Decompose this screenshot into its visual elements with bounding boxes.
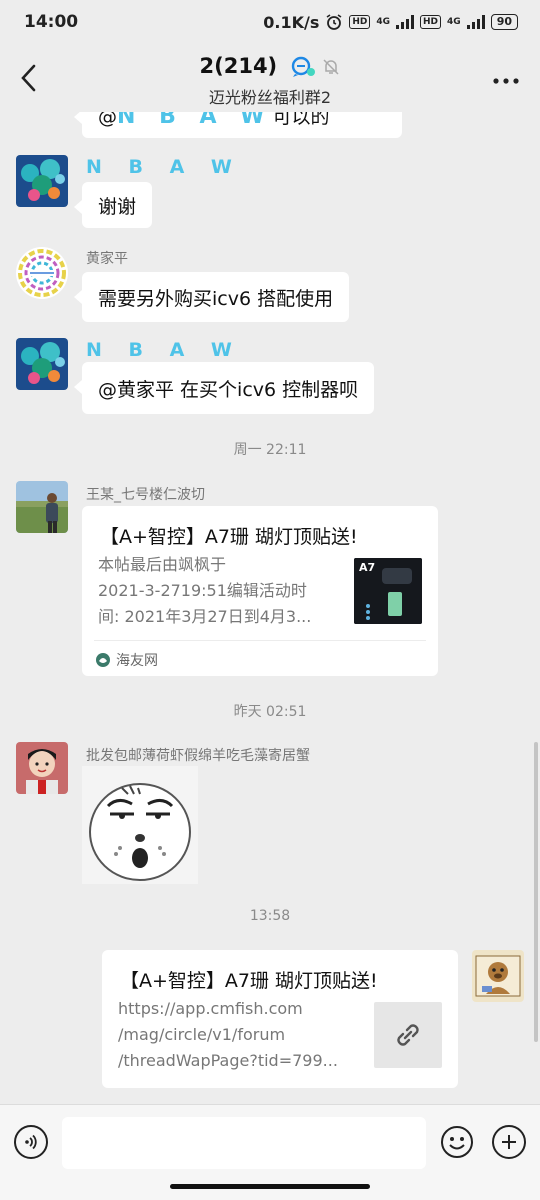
shared-link-card[interactable]: 【A+智控】A7珊 瑚灯顶贴送! 本帖最后由飒枫于 2021-3-2719:51… <box>82 506 438 676</box>
cartoon-avatar-image <box>472 950 524 1002</box>
group-chat-icon <box>292 56 316 77</box>
hd-badge: HD <box>349 15 371 29</box>
avatar[interactable] <box>16 481 68 533</box>
sender-name: 黄家平 <box>86 251 128 267</box>
message-bubble[interactable]: 需要另外购买icv6 搭配使用 <box>73 272 350 322</box>
status-bar: 14:00 0.1K/s HD 4G HD 4G 90 <box>0 0 540 44</box>
site-logo-icon <box>96 653 110 667</box>
timestamp: 周一 22:11 <box>233 442 307 458</box>
message-bubble[interactable]: 谢谢 <box>73 182 153 228</box>
coral-avatar-image <box>16 155 68 207</box>
sender-name: 王某_七号楼仁波切 <box>86 487 205 503</box>
card-title: 【A+智控】A7珊 瑚灯顶贴送! <box>120 970 378 992</box>
shared-link-card[interactable]: 【A+智控】A7珊 瑚灯顶贴送! https://app.cmfish.com … <box>102 950 458 1088</box>
message-list[interactable]: @N B A W可以的 N B A W 谢谢 黄家平 需要另外购买icv6 搭配… <box>0 112 540 1104</box>
hd-badge-2: HD <box>420 15 442 29</box>
card-thumbnail: A7 <box>354 558 422 624</box>
alarm-icon <box>326 14 342 30</box>
link-icon <box>397 1024 419 1046</box>
avatar[interactable] <box>16 742 68 794</box>
plus-button[interactable] <box>492 1125 526 1159</box>
network-type-2: 4G <box>447 17 461 27</box>
signal-icon-2 <box>466 15 485 29</box>
timestamp: 昨天 02:51 <box>233 704 307 720</box>
chat-header: 2(214) 迈光粉丝福利群2 <box>0 44 540 112</box>
home-indicator[interactable] <box>170 1184 370 1189</box>
more-button[interactable] <box>492 62 520 92</box>
status-indicators: 0.1K/s HD 4G HD 4G 90 <box>263 13 518 32</box>
status-time: 14:00 <box>24 12 79 32</box>
link-thumbnail <box>374 1002 442 1068</box>
card-title: 【A+智控】A7珊 瑚灯顶贴送! <box>100 526 358 548</box>
sender-name: N B A W <box>86 339 242 361</box>
sender-name: 批发包邮薄荷虾假绵羊吃毛藻寄居蟹 <box>86 748 310 764</box>
avatar[interactable] <box>16 155 68 207</box>
avatar[interactable] <box>16 338 68 390</box>
message-text: 需要另外购买icv6 搭配使用 <box>98 287 334 310</box>
thumbnail-label: A7 <box>359 561 376 574</box>
card-divider <box>94 640 426 641</box>
voice-button[interactable] <box>14 1125 48 1159</box>
emoji-icon <box>441 1126 473 1158</box>
card-source: 海友网 <box>96 650 158 670</box>
message-text: 谢谢 <box>98 195 137 218</box>
card-description: 本帖最后由飒枫于 2021-3-2719:51编辑活动时 间: 2021年3月2… <box>98 555 312 626</box>
scrollbar[interactable] <box>534 742 538 1042</box>
network-speed: 0.1K/s <box>263 12 320 32</box>
message-text: @黄家平 在买个icv6 控制器呗 <box>98 378 359 401</box>
person-photo-avatar <box>16 481 68 533</box>
my-avatar[interactable] <box>472 950 524 1002</box>
card-url: https://app.cmfish.com /mag/circle/v1/fo… <box>118 999 338 1070</box>
logo-avatar-image <box>17 248 67 298</box>
chat-title-row[interactable]: 2(214) <box>0 54 540 78</box>
message-bubble[interactable]: @黄家平 在买个icv6 控制器呗 <box>73 362 375 414</box>
chat-title: 2(214) <box>199 54 278 78</box>
message-bubble[interactable]: @N B A W可以的 <box>74 112 402 138</box>
signal-icon <box>396 15 415 29</box>
sender-name: N B A W <box>86 156 242 178</box>
message-text: @N B A W可以的 <box>98 112 330 129</box>
network-type: 4G <box>376 17 391 27</box>
avatar[interactable] <box>16 247 68 299</box>
battery-indicator: 90 <box>490 14 518 30</box>
message-input[interactable] <box>62 1117 426 1169</box>
voice-icon <box>25 1134 37 1150</box>
timestamp: 13:58 <box>249 908 291 924</box>
emoji-button[interactable] <box>440 1125 474 1159</box>
more-horizontal-icon <box>493 78 519 84</box>
child-photo-avatar <box>16 742 68 794</box>
coral-avatar-image <box>16 338 68 390</box>
plus-icon <box>502 1135 516 1149</box>
mute-bell-icon <box>323 59 340 75</box>
chat-subtitle: 迈光粉丝福利群2 <box>208 88 332 107</box>
sticker-image[interactable] <box>82 766 198 884</box>
